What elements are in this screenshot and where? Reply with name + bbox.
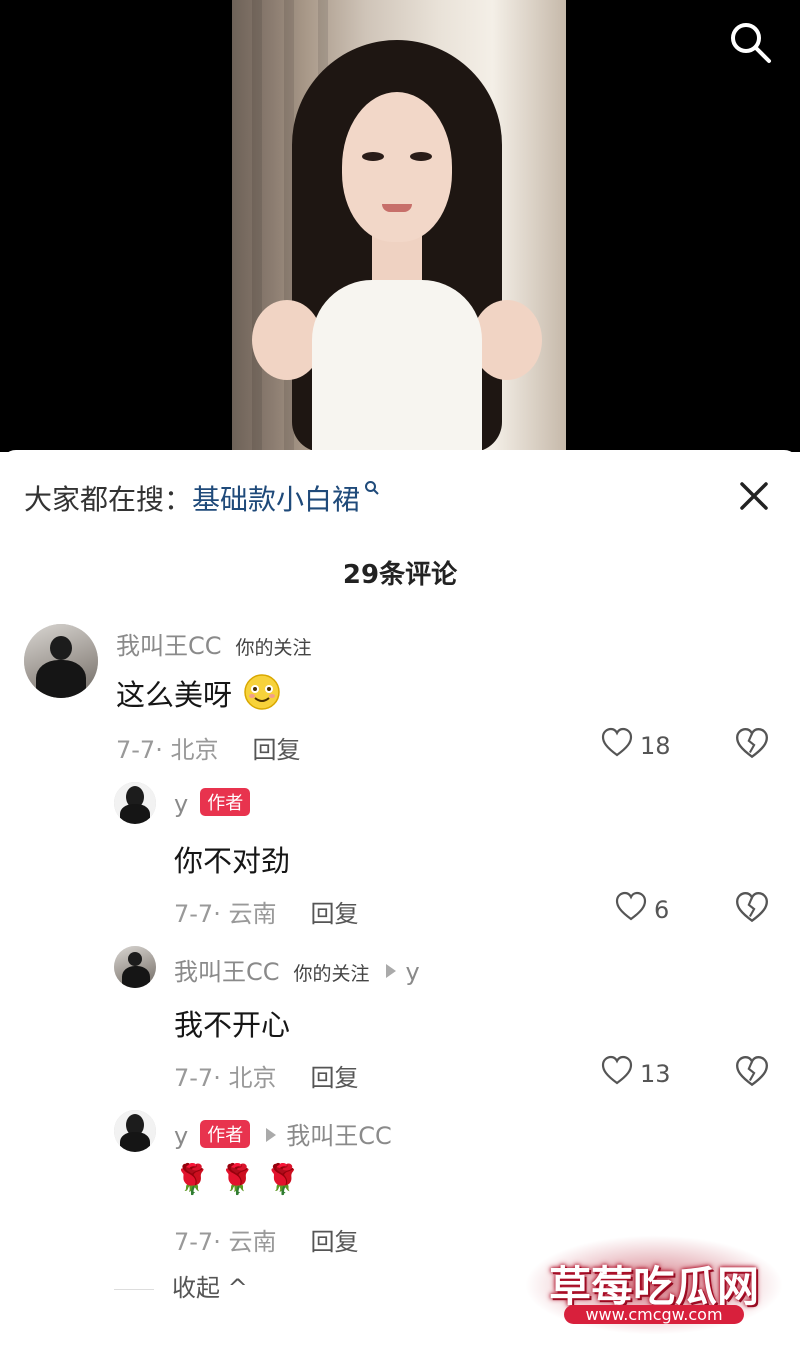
shy-smile-emoji-icon [244, 674, 280, 710]
comment-meta: 7-7· 北京 回复 [116, 730, 300, 765]
date-location: 7-7· 北京 [174, 1064, 277, 1092]
comment-text: 你不对劲 [174, 844, 291, 878]
shoulder-right [472, 300, 542, 380]
reply-button[interactable]: 回复 [310, 1064, 358, 1092]
comment-item: 我叫王CC 你的关注 这么美呀 7-7· 北京 回复 18 [0, 620, 800, 780]
eye-left [362, 152, 384, 161]
suggestion-prefix: 大家都在搜： [24, 483, 193, 516]
username[interactable]: y [174, 1122, 188, 1150]
dislike-button[interactable] [734, 726, 774, 766]
video-player[interactable] [0, 0, 800, 452]
comment-user[interactable]: 我叫王CC 你的关注 y [174, 952, 420, 987]
like-button[interactable]: 18 [600, 726, 690, 766]
like-count: 6 [654, 896, 670, 924]
small-search-icon [365, 481, 379, 495]
comment-text: 这么美呀 [116, 672, 281, 714]
reply-button[interactable]: 回复 [310, 900, 358, 928]
face [342, 92, 452, 242]
search-suggestion[interactable]: 大家都在搜：基础款小白裙 [24, 478, 380, 518]
reply-arrow-icon [385, 964, 396, 978]
reply-to-user[interactable]: 我叫王CC [286, 1122, 392, 1150]
curtain-fold [252, 0, 262, 452]
broken-heart-icon [736, 892, 768, 923]
collapse-replies-button[interactable]: 收起 ^ [114, 1268, 248, 1303]
close-button[interactable] [732, 474, 776, 518]
comment-text: 我不开心 [174, 1008, 291, 1042]
avatar[interactable] [114, 1110, 156, 1152]
divider [114, 1288, 154, 1290]
collapse-label: 收起 ^ [172, 1274, 248, 1302]
avatar[interactable] [114, 782, 156, 824]
white-dress [312, 280, 482, 452]
reply-item: y 作者 你不对劲 7-7· 云南 回复 6 [0, 782, 800, 932]
watermark-url: www.cmcgw.com [564, 1305, 744, 1324]
search-button[interactable] [726, 18, 774, 66]
dislike-button[interactable] [734, 1054, 774, 1094]
video-frame [232, 0, 566, 452]
follow-tag: 你的关注 [293, 963, 370, 985]
reply-button[interactable]: 回复 [252, 736, 300, 764]
search-icon [731, 23, 771, 63]
eye-right [410, 152, 432, 161]
date-location: 7-7· 北京 [116, 736, 219, 764]
broken-heart-icon [736, 728, 768, 759]
comment-meta: 7-7· 云南 回复 [174, 1222, 358, 1257]
reply-item: 我叫王CC 你的关注 y 我不开心 7-7· 北京 回复 13 [0, 946, 800, 1096]
broken-heart-icon [736, 1056, 768, 1087]
avatar[interactable] [114, 946, 156, 988]
author-badge: 作者 [200, 788, 251, 816]
username[interactable]: y [174, 790, 188, 818]
comment-user[interactable]: y 作者 [174, 788, 251, 818]
comment-meta: 7-7· 云南 回复 [174, 894, 358, 929]
follow-tag: 你的关注 [235, 637, 312, 659]
suggestion-query[interactable]: 基础款小白裙 [192, 483, 360, 516]
date-location: 7-7· 云南 [174, 1228, 277, 1256]
comment-text: 🌹 🌹 🌹 [174, 1162, 301, 1196]
comment-user[interactable]: 我叫王CC 你的关注 [116, 626, 312, 661]
reply-arrow-icon [266, 1128, 277, 1142]
date-location: 7-7· 云南 [174, 900, 277, 928]
username[interactable]: 我叫王CC [174, 958, 280, 986]
like-count: 13 [640, 1060, 671, 1088]
watermark: 草莓吃瓜网 www.cmcgw.com [524, 1235, 784, 1335]
reply-to-user[interactable]: y [406, 958, 420, 986]
username[interactable]: 我叫王CC [116, 632, 222, 660]
like-button[interactable]: 13 [600, 1054, 690, 1094]
comment-text-body: 这么美呀 [116, 678, 233, 712]
like-button[interactable]: 6 [600, 890, 690, 930]
comment-count: 29条评论 [342, 560, 458, 590]
comment-meta: 7-7· 北京 回复 [174, 1058, 358, 1093]
heart-icon [615, 891, 647, 921]
comment-user[interactable]: y 作者 我叫王CC [174, 1116, 392, 1151]
author-badge: 作者 [200, 1120, 251, 1148]
avatar[interactable] [24, 624, 98, 698]
close-icon [740, 482, 768, 510]
like-count: 18 [640, 732, 671, 760]
reply-button[interactable]: 回复 [310, 1228, 358, 1256]
heart-icon [601, 1055, 633, 1085]
comment-sheet: 大家都在搜：基础款小白裙 29条评论 我叫王CC 你的关注 这么美呀 7-7· … [0, 450, 800, 1359]
mouth [382, 204, 412, 212]
dislike-button[interactable] [734, 890, 774, 930]
heart-icon [601, 727, 633, 757]
